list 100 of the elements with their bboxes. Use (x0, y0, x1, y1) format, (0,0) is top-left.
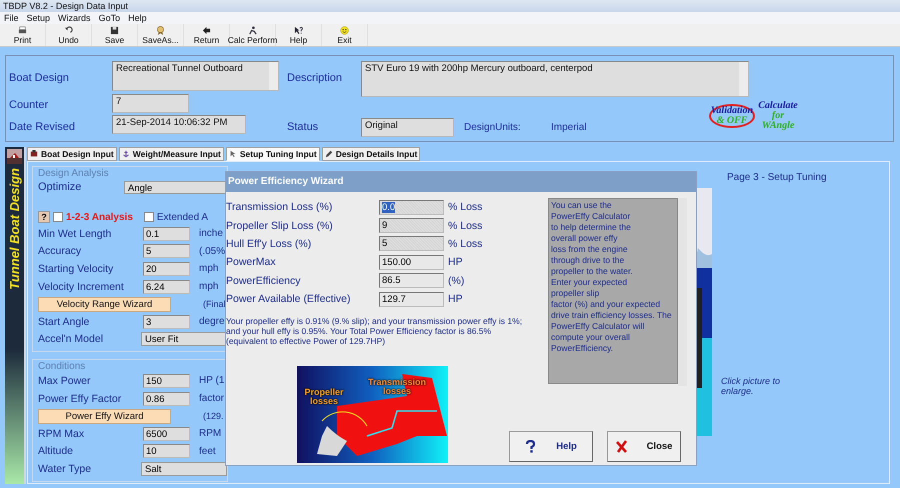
unit-label: (%) (448, 274, 464, 287)
input-field[interactable]: 3 (143, 314, 190, 329)
field-label: Starting Velocity (38, 262, 114, 275)
close-button[interactable]: Close (607, 431, 681, 462)
unit-label: degre (199, 316, 225, 328)
help-text: You can use the PowerEffy Calculator to help determine the overall power effy loss from the engine through drive to the propeller to the water. Enter your expected propeller slip factor (%) and your expected drive train efficiency losses. The PowerEffy Calculator will compute your overall PowerEfficiency. (548, 198, 678, 384)
unit-label: mph (199, 281, 218, 292)
unit-label: (Final (203, 299, 226, 310)
menu-item[interactable]: File (4, 12, 19, 24)
tab[interactable]: Setup Tuning Input (226, 147, 320, 161)
unit-label: % Loss (448, 238, 482, 250)
date-field[interactable]: 21-Sep-2014 10:06:32 PM (112, 115, 246, 134)
field-label: Optimize (38, 181, 82, 193)
field-label: Date Revised (9, 121, 76, 133)
unit-label: mph (199, 263, 218, 274)
field-value: Imperial (551, 122, 588, 132)
input-field[interactable]: 150 (143, 374, 190, 388)
menu-item[interactable]: GoTo (98, 12, 120, 24)
anchor-icon (122, 150, 130, 158)
unit-label: % Loss (448, 201, 482, 214)
question-mark-icon (525, 440, 536, 453)
field-label: PowerMax (226, 256, 277, 268)
field-label: Start Angle (38, 316, 90, 328)
window-title: TBDP V8.2 - Design Data Input (0, 0, 900, 12)
toolbar-button[interactable]: Print (0, 24, 46, 46)
summary-text: Your propeller effy is 0.91% (9.% slip); and your transmission power effy is 1%; and your hull effy is 0.95%. Your Total Power Efficiency factor is 86.5% (equivalent to effective Power of 129.7HP) (226, 316, 524, 346)
undo-icon (64, 26, 73, 34)
unit-label: HP (448, 293, 463, 306)
pointer-icon (228, 150, 237, 158)
page-title: Page 3 - Setup Tuning (727, 172, 828, 183)
field-label: Power Available (Effective) (226, 293, 352, 306)
input-field[interactable]: 10 (143, 444, 190, 458)
input-field[interactable]: 0.1 (143, 226, 190, 241)
field-label: Description (287, 72, 344, 84)
menu-item[interactable]: Help (128, 12, 147, 24)
field-label: Boat Design (9, 72, 70, 84)
toolbar-button[interactable]: Undo (46, 24, 92, 46)
unit-label: HP (1 (199, 375, 224, 386)
menu-item[interactable]: Wizards (58, 12, 91, 24)
checkbox[interactable]: Extended A (144, 212, 208, 222)
field-label: Water Type (38, 462, 92, 475)
tab[interactable]: Boat Design Input (27, 147, 117, 161)
toolbar-button[interactable]: Help (276, 24, 322, 46)
field-label: Propeller Slip Loss (%) (226, 220, 334, 232)
toolbar-button[interactable]: Save (92, 24, 138, 46)
input-field[interactable]: 6.24 (143, 280, 190, 294)
unit-label: (129. (203, 411, 224, 422)
input-field[interactable]: 150.00 (379, 254, 444, 270)
dropdown[interactable]: Salt (141, 462, 227, 476)
input-field[interactable]: 9 (379, 218, 444, 234)
unit-label: HP (448, 256, 463, 268)
toolbar-button[interactable]: Exit (322, 24, 368, 46)
tab[interactable]: Weight/Measure Input (118, 147, 224, 161)
field-label: RPM Max (38, 428, 86, 440)
help-icon (294, 26, 303, 34)
dropdown[interactable]: Angle (124, 180, 227, 194)
menu-item[interactable]: Setup (26, 12, 50, 24)
unit-label: factor (199, 393, 224, 404)
wizard-button[interactable]: Velocity Range Wizard (38, 296, 171, 312)
unit-label: (.05% (199, 246, 226, 257)
runner-icon (248, 26, 257, 34)
input-field[interactable]: 5 (379, 236, 444, 252)
arrow-icon (202, 26, 211, 34)
field-label: Max Power (38, 374, 92, 387)
unit-label: % Loss (448, 220, 482, 232)
help-button[interactable]: ? (38, 211, 50, 223)
printer-icon (18, 26, 27, 34)
input-field[interactable]: 5 (143, 244, 190, 258)
banner-title: Tunnel Boat Design (7, 168, 22, 290)
dropdown[interactable]: User Fit (141, 332, 227, 346)
boat-icon (30, 150, 38, 158)
input-field[interactable]: 20 (143, 262, 190, 276)
close-icon (616, 440, 627, 453)
field-label: Accel'n Model (38, 333, 104, 346)
boat-design-field[interactable]: Recreational Tunnel Outboard (112, 61, 279, 91)
field-label: Counter (9, 98, 50, 110)
input-field[interactable]: 129.7 (379, 292, 444, 307)
input-field[interactable]: 6500 (143, 426, 190, 441)
calculate-button[interactable]: Calculate for WAngle (755, 101, 801, 131)
field-label: Hull Eff'y Loss (%) (226, 238, 312, 250)
status-field[interactable]: Original (361, 118, 454, 136)
unit-label: feet (199, 446, 216, 457)
unit-label: RPM (199, 428, 222, 440)
input-field[interactable]: 0.0 (379, 200, 444, 215)
group-title: Conditions (37, 361, 86, 372)
smiley-icon (340, 26, 349, 34)
help-button[interactable]: Help (509, 431, 593, 462)
field-label: Altitude (38, 445, 74, 458)
field-label: DesignUnits: (464, 122, 522, 132)
field-label: Accuracy (38, 245, 82, 258)
counter-field[interactable]: 7 (112, 94, 189, 113)
tab[interactable]: Design Details Input (322, 147, 420, 161)
wizard-button[interactable]: Power Effy Wizard (38, 408, 171, 424)
input-field[interactable]: 86.5 (379, 273, 444, 288)
field-label: Transmission Loss (%) (226, 201, 334, 214)
toolbar-button[interactable]: SaveAs... (138, 24, 184, 46)
input-field[interactable]: 0.86 (143, 392, 190, 406)
toolbar-button[interactable]: Calc Perform (230, 24, 276, 46)
scrollbar[interactable] (678, 198, 687, 386)
description-field[interactable]: STV Euro 19 with 200hp Mercury outboard, centerpod (361, 61, 749, 97)
